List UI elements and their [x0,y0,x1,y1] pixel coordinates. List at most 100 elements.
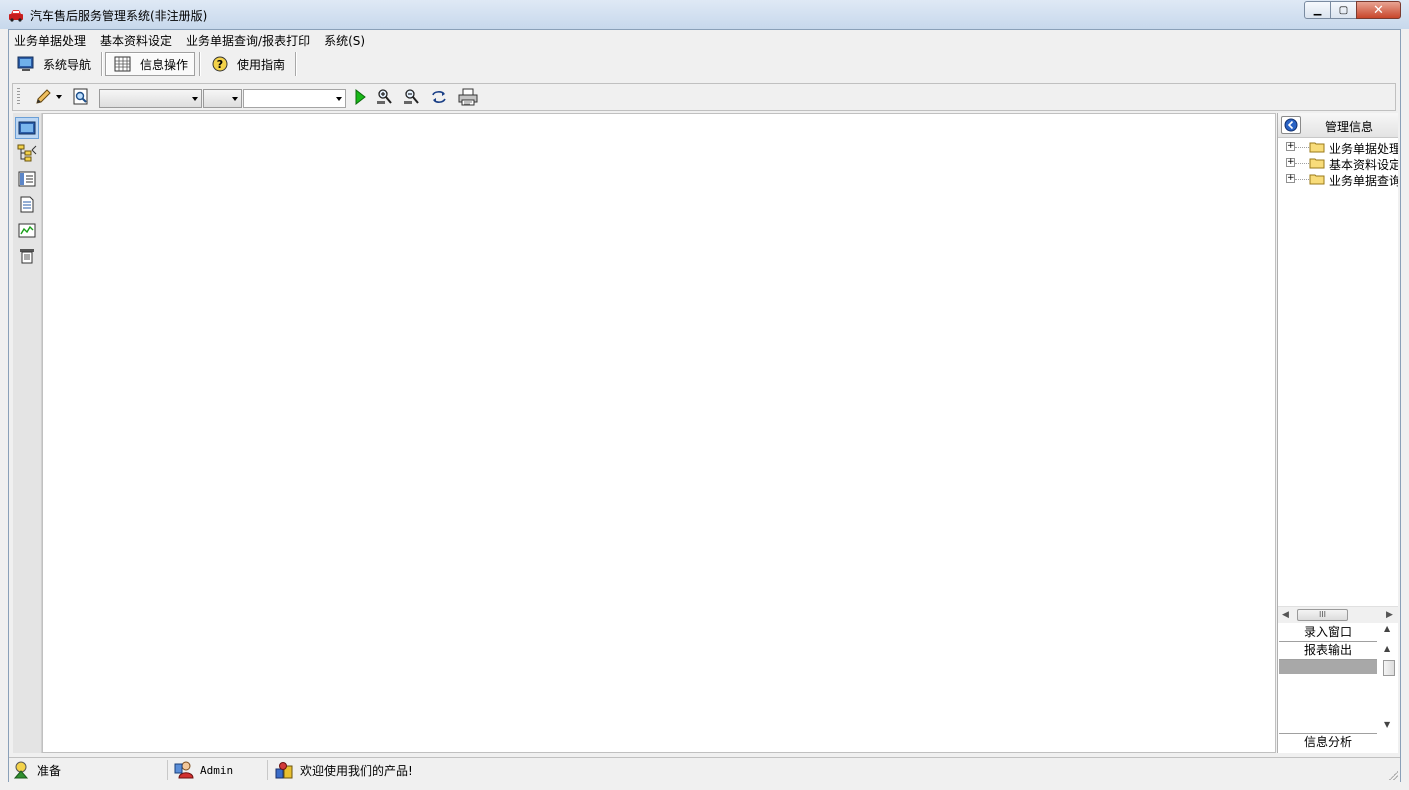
dropdown-arrow-icon [56,95,62,99]
nav-separator [199,52,202,76]
window-title: 汽车售后服务管理系统(非注册版) [30,9,208,23]
tree-connector [1295,163,1309,164]
nav-system-navigation[interactable]: 系统导航 [9,52,97,76]
refresh-button[interactable] [429,88,449,106]
collapse-panel-button[interactable] [1281,116,1301,134]
expand-icon[interactable]: + [1286,174,1295,183]
nav-info-operation[interactable]: 信息操作 [105,52,196,76]
nav-user-guide[interactable]: ? 使用指南 [203,52,291,76]
edit-button[interactable] [33,88,53,106]
scroll-up-double-icon[interactable]: ▲ [1384,624,1390,633]
status-bar: 准备 Admin 欢迎使用我们的产品! [9,757,1400,782]
title-bar[interactable]: 汽车售后服务管理系统(非注册版) ▁ ▢ ✕ [0,0,1409,29]
print-icon [458,88,478,106]
tree-node-basic-settings[interactable]: + 基本资料设定 [1278,155,1398,172]
maximize-button[interactable]: ▢ [1330,1,1357,19]
zoom-in-button[interactable] [375,88,395,106]
car-app-icon [9,10,23,22]
status-pane-state: 准备 [11,760,167,780]
run-button[interactable] [350,88,370,106]
tree-node-business-query[interactable]: + 业务单据查询 [1278,171,1398,188]
folder-icon [1309,158,1325,169]
sidebar-document-button[interactable] [15,193,39,215]
sidebar-list-button[interactable] [15,168,39,190]
list-vertical-scrollbar[interactable]: ▲ ▲ ▼ [1380,624,1396,753]
list-item-info-analysis[interactable]: 信息分析 [1279,733,1377,751]
edit-dropdown-button[interactable] [54,88,64,106]
close-button[interactable]: ✕ [1356,1,1401,19]
report-icon [20,248,34,263]
tree-structure-icon [17,144,37,162]
filter-combo-2[interactable] [203,89,242,108]
scroll-down-icon[interactable]: ▼ [1384,720,1390,729]
help-icon: ? [212,56,228,72]
tree-horizontal-scrollbar[interactable]: ◀ III ▶ [1278,606,1398,623]
list-view-icon [18,171,36,187]
current-user: Admin [200,763,234,777]
close-icon: ✕ [1373,2,1384,18]
expand-icon[interactable]: + [1286,158,1295,167]
menu-business-docs[interactable]: 业务单据处理 [9,32,95,50]
find-button[interactable] [71,88,91,106]
resize-grip-icon[interactable] [1388,770,1398,780]
list-item-entry-window[interactable]: 录入窗口 [1279,624,1377,642]
left-sidebar [13,113,42,753]
nav-toolbar: 系统导航 信息操作 ? 使用指南 [9,50,299,78]
folder-icon [1309,142,1325,153]
svg-text:?: ? [217,58,223,71]
sidebar-window-button[interactable] [15,117,39,139]
status-text: 准备 [37,763,62,778]
status-pane-message: 欢迎使用我们的产品! [267,760,567,780]
sidebar-chart-button[interactable] [15,219,39,241]
list-item-selected[interactable] [1279,660,1377,674]
scroll-up-icon[interactable]: ▲ [1384,644,1390,653]
toolbar-grip[interactable] [17,88,20,106]
nav-label: 使用指南 [237,57,286,72]
grid-icon [114,56,131,72]
chevron-down-icon [192,97,198,101]
menu-basic-settings[interactable]: 基本资料设定 [95,32,181,50]
nav-label: 信息操作 [140,57,189,72]
tree-node-business-docs[interactable]: + 业务单据处理 [1278,139,1398,156]
window-icon [18,121,36,135]
list-item-report-output[interactable]: 报表输出 [1279,642,1377,660]
panel-title: 管理信息 [1325,120,1374,134]
edit-pencil-icon [36,89,51,104]
chart-icon [18,223,36,237]
document-icon [20,196,34,212]
tree-node-label: 业务单据查询 [1329,174,1398,188]
scroll-right-icon[interactable]: ▶ [1386,610,1393,620]
nav-tree: + 业务单据处理 + 基本资料设定 + 业务单据查询 [1278,139,1398,599]
panel-header: 管理信息 [1278,113,1398,138]
client-area: 业务单据处理 基本资料设定 业务单据查询/报表打印 系统(S) 系统导航 信息操… [8,29,1401,782]
filter-combo-3[interactable] [243,89,346,108]
expand-icon[interactable]: + [1286,142,1295,151]
sidebar-tree-button[interactable] [15,142,39,164]
filter-combo-1[interactable] [99,89,202,108]
minimize-button[interactable]: ▁ [1304,1,1331,19]
scroll-left-icon[interactable]: ◀ [1282,610,1289,620]
scroll-thumb[interactable] [1383,660,1395,676]
user-icon [174,761,194,779]
sidebar-report-button[interactable] [15,244,39,266]
nav-separator [101,52,104,76]
function-list: 录入窗口 报表输出 信息分析 ▲ ▲ ▼ [1278,624,1398,753]
minimize-icon: ▁ [1313,4,1322,16]
print-button[interactable] [456,88,480,106]
scroll-thumb[interactable]: III [1297,609,1348,621]
main-workspace[interactable] [42,113,1276,753]
monitor-icon [17,56,34,71]
menu-bar: 业务单据处理 基本资料设定 业务单据查询/报表打印 系统(S) [9,32,374,50]
find-icon [73,88,88,105]
menu-system[interactable]: 系统(S) [319,32,374,50]
maximize-icon: ▢ [1338,4,1349,16]
chevron-down-icon [336,97,342,101]
menu-query-print[interactable]: 业务单据查询/报表打印 [181,32,319,50]
tool-strip [12,83,1396,111]
chevron-down-icon [232,97,238,101]
status-pane-user: Admin [167,760,267,780]
zoom-out-button[interactable] [402,88,422,106]
zoom-out-icon [404,89,419,104]
window-controls: ▁ ▢ ✕ [1304,1,1401,19]
tree-connector [1295,179,1309,180]
